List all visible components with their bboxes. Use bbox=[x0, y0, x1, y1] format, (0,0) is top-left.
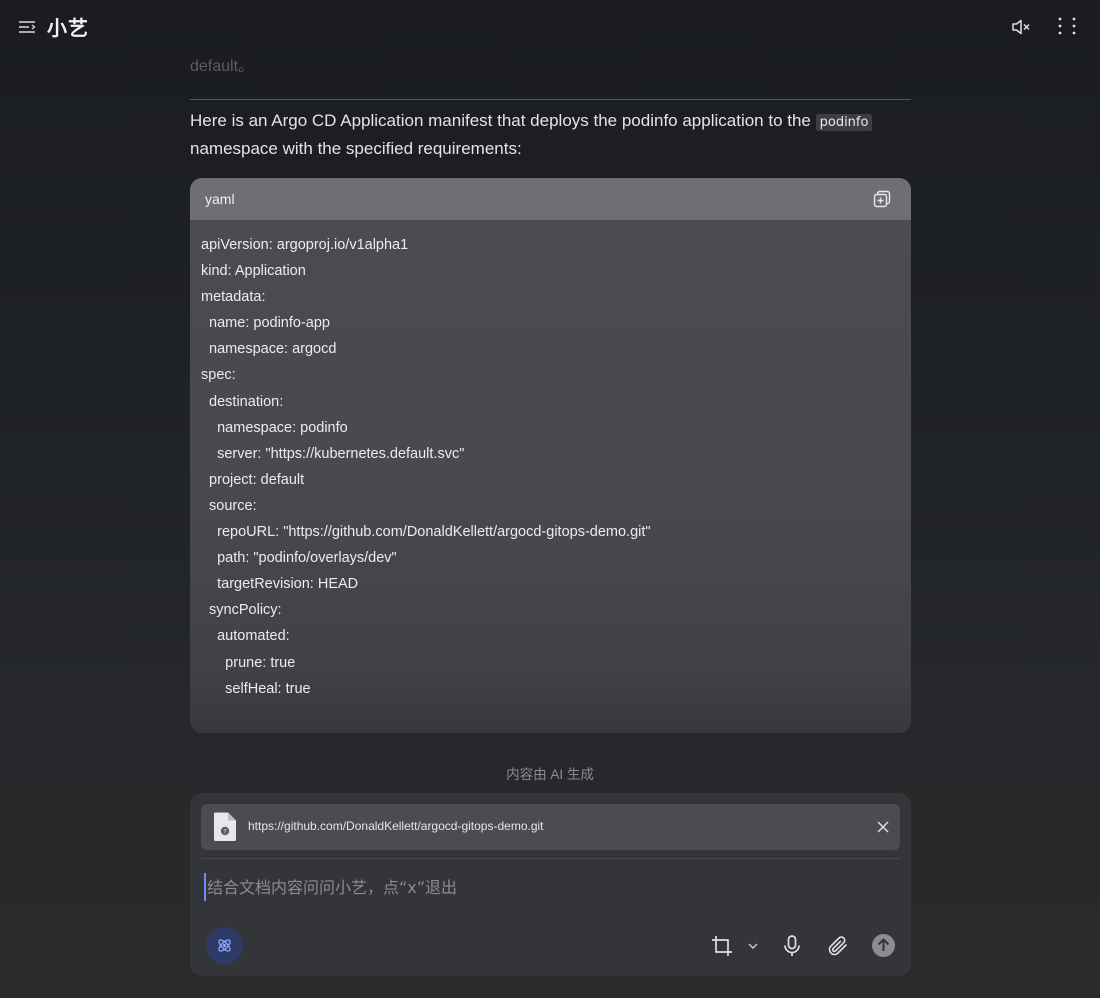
chat-input[interactable] bbox=[204, 873, 889, 901]
mute-button[interactable] bbox=[1010, 16, 1032, 38]
copy-code-button[interactable] bbox=[873, 190, 891, 208]
copy-icon bbox=[873, 190, 891, 208]
response-intro: Here is an Argo CD Application manifest … bbox=[190, 108, 911, 162]
code-block-header: yaml bbox=[190, 178, 911, 220]
previous-message-text: default。 bbox=[190, 58, 255, 75]
panel-divider bbox=[201, 858, 900, 859]
menu-icon bbox=[19, 21, 36, 33]
code-line: automated: bbox=[201, 628, 290, 645]
message-divider bbox=[190, 99, 911, 100]
code-line: prune: true bbox=[201, 654, 296, 671]
code-line: repoURL: "https://github.com/DonaldKelle… bbox=[201, 524, 651, 541]
agent-mode-button[interactable] bbox=[206, 927, 243, 964]
code-line: name: podinfo-app bbox=[201, 315, 330, 332]
volume-mute-icon bbox=[1012, 19, 1030, 35]
code-line: syncPolicy: bbox=[201, 602, 282, 619]
paperclip-icon bbox=[828, 936, 847, 956]
input-panel: ? https://github.com/DonaldKellett/argoc… bbox=[190, 793, 911, 976]
code-line: source: bbox=[201, 497, 257, 514]
ai-generated-note: 内容由 AI 生成 bbox=[506, 767, 594, 782]
menu-button[interactable] bbox=[17, 17, 37, 37]
fullscreen-icon bbox=[1058, 17, 1076, 35]
intro-text-start: Here is an Argo CD Application manifest … bbox=[190, 111, 816, 130]
code-content: apiVersion: argoproj.io/v1alpha1 kind: A… bbox=[190, 220, 911, 714]
microphone-icon bbox=[784, 935, 800, 956]
attachment-url: https://github.com/DonaldKellett/argocd-… bbox=[248, 819, 544, 833]
code-line: kind: Application bbox=[201, 263, 306, 280]
arrow-up-icon bbox=[877, 938, 890, 951]
atom-icon bbox=[218, 939, 231, 952]
code-line: namespace: argocd bbox=[201, 341, 337, 358]
screenshot-button[interactable] bbox=[710, 934, 734, 958]
code-line: selfHeal: true bbox=[201, 680, 311, 697]
file-link-icon: ? bbox=[214, 812, 236, 841]
attachment-chip[interactable]: ? https://github.com/DonaldKellett/argoc… bbox=[201, 804, 900, 850]
intro-text-end: namespace with the specified requirement… bbox=[190, 139, 522, 158]
code-line: destination: bbox=[201, 393, 284, 410]
app-title: 小艺 bbox=[47, 18, 89, 40]
code-block: yaml apiVersion: argoproj.io/v1alpha1 ki… bbox=[190, 178, 911, 733]
code-line: apiVersion: argoproj.io/v1alpha1 bbox=[201, 237, 409, 253]
code-language-label: yaml bbox=[205, 191, 235, 207]
top-bar: 小艺 bbox=[0, 0, 1100, 54]
code-line: namespace: podinfo bbox=[201, 419, 348, 436]
fullscreen-button[interactable] bbox=[1058, 17, 1076, 35]
code-line: spec: bbox=[201, 367, 236, 384]
code-line: targetRevision: HEAD bbox=[201, 576, 359, 593]
chevron-down-icon bbox=[748, 943, 758, 950]
svg-text:?: ? bbox=[223, 828, 226, 836]
close-icon bbox=[877, 821, 889, 833]
voice-input-button[interactable] bbox=[780, 934, 804, 958]
remove-attachment-button[interactable] bbox=[875, 819, 891, 835]
send-button[interactable] bbox=[872, 934, 895, 957]
code-line: path: "podinfo/overlays/dev" bbox=[201, 550, 397, 567]
crop-icon bbox=[712, 936, 732, 956]
code-line: metadata: bbox=[201, 289, 266, 306]
inline-code-podinfo: podinfo bbox=[815, 114, 873, 131]
screenshot-options-dropdown[interactable] bbox=[746, 934, 760, 958]
code-line: project: default bbox=[201, 471, 305, 488]
code-line: server: "https://kubernetes.default.svc" bbox=[201, 445, 465, 462]
attach-file-button[interactable] bbox=[826, 934, 850, 958]
